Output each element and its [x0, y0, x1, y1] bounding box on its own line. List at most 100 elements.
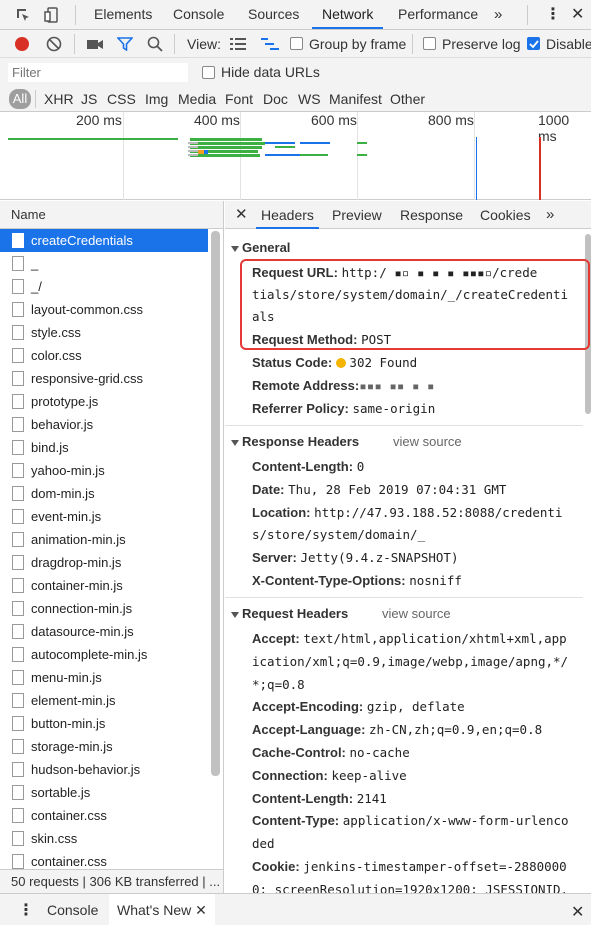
request-row[interactable]: _ [0, 252, 208, 275]
header-key: Date: [252, 481, 285, 497]
response-headers-toggle[interactable]: Response Headers [231, 434, 359, 449]
request-row[interactable]: storage-min.js [0, 735, 208, 758]
close-drawer-icon[interactable]: ✕ [571, 902, 584, 922]
device-toolbar-icon[interactable] [43, 6, 61, 24]
header-row: Cookie: jenkins-timestamper-offset=-2880… [252, 856, 582, 879]
request-row[interactable]: container.css [0, 850, 208, 869]
request-headers-toggle[interactable]: Request Headers [231, 606, 348, 621]
tab-elements[interactable]: Elements [94, 0, 152, 29]
request-row[interactable]: animation-min.js [0, 528, 208, 551]
request-row[interactable]: style.css [0, 321, 208, 344]
waterfall-icon[interactable] [261, 38, 279, 50]
hide-data-urls-checkbox[interactable] [202, 66, 215, 79]
request-name: element-min.js [31, 693, 116, 708]
type-img[interactable]: Img [145, 91, 168, 107]
type-font[interactable]: Font [225, 91, 253, 107]
filter-icon[interactable] [117, 37, 133, 51]
request-row[interactable]: menu-min.js [0, 666, 208, 689]
header-value: *;q=0.8 [252, 676, 305, 692]
more-tabs-icon[interactable]: » [494, 0, 502, 29]
tab-headers[interactable]: Headers [256, 201, 319, 229]
request-row[interactable]: _/ [0, 275, 208, 298]
type-ws[interactable]: WS [298, 91, 321, 107]
type-manifest[interactable]: Manifest [329, 91, 382, 107]
request-row[interactable]: button-min.js [0, 712, 208, 735]
tab-console[interactable]: Console [173, 0, 224, 29]
request-row[interactable]: container.css [0, 804, 208, 827]
drawer-menu-icon[interactable]: ⋮ [18, 900, 34, 920]
file-icon [12, 440, 24, 455]
request-name: responsive-grid.css [31, 371, 143, 386]
header-row: Date: Thu, 28 Feb 2019 07:04:31 GMT [252, 479, 582, 502]
header-row: Content-Length: 0 [252, 456, 582, 479]
request-row[interactable]: color.css [0, 344, 208, 367]
tab-preview[interactable]: Preview [332, 201, 382, 229]
request-row[interactable]: createCredentials [0, 229, 208, 252]
general-section-toggle[interactable]: General [231, 240, 290, 255]
request-row[interactable]: bind.js [0, 436, 208, 459]
response-view-source-link[interactable]: view source [393, 434, 462, 449]
request-row[interactable]: connection-min.js [0, 597, 208, 620]
name-column-header[interactable]: Name [0, 201, 223, 229]
record-icon[interactable] [14, 36, 30, 52]
type-js[interactable]: JS [81, 91, 97, 107]
request-row[interactable]: yahoo-min.js [0, 459, 208, 482]
request-row[interactable]: prototype.js [0, 390, 208, 413]
tab-cookies[interactable]: Cookies [480, 201, 531, 229]
header-key: Location: [252, 504, 311, 520]
type-xhr[interactable]: XHR [44, 91, 74, 107]
request-row[interactable]: dragdrop-min.js [0, 551, 208, 574]
type-css[interactable]: CSS [107, 91, 136, 107]
more-tabs-icon[interactable]: » [546, 201, 554, 229]
kebab-menu-icon[interactable]: ⋮ [545, 0, 561, 29]
header-value: 0; screenResolution=1920x1200; JSESSIONI… [252, 881, 569, 893]
file-icon [12, 509, 24, 524]
request-name: button-min.js [31, 716, 106, 731]
type-doc[interactable]: Doc [263, 91, 288, 107]
request-row[interactable]: responsive-grid.css [0, 367, 208, 390]
inspect-element-icon[interactable] [14, 6, 32, 24]
drawer-tab-whats-new[interactable]: What's New ✕ [109, 894, 215, 925]
header-key: Cookie: [252, 859, 300, 874]
type-all[interactable]: All [9, 89, 31, 109]
type-other[interactable]: Other [390, 91, 425, 107]
file-icon [12, 486, 24, 501]
clear-icon[interactable] [46, 36, 62, 52]
request-row[interactable]: datasource-min.js [0, 620, 208, 643]
close-icon[interactable]: ✕ [571, 0, 584, 29]
request-row[interactable]: sortable.js [0, 781, 208, 804]
request-row[interactable]: container-min.js [0, 574, 208, 597]
close-details-icon[interactable]: ✕ [235, 201, 248, 229]
preserve-log-checkbox[interactable] [423, 37, 436, 50]
large-rows-icon[interactable] [230, 38, 246, 50]
file-icon [12, 371, 24, 386]
drawer-tab-console[interactable]: Console [47, 902, 98, 918]
disable-cache-checkbox[interactable] [527, 37, 540, 50]
request-row[interactable]: skin.css [0, 827, 208, 850]
tab-network[interactable]: Network [312, 0, 384, 29]
request-row[interactable]: behavior.js [0, 413, 208, 436]
request-row[interactable]: autocomplete-min.js [0, 643, 208, 666]
request-row[interactable]: dom-min.js [0, 482, 208, 505]
network-overview[interactable]: 200 ms 400 ms 600 ms 800 ms 1000 ms [0, 112, 591, 200]
screenshot-camera-icon[interactable] [87, 37, 103, 51]
tab-response[interactable]: Response [400, 201, 463, 229]
type-media[interactable]: Media [178, 91, 216, 107]
request-row[interactable]: layout-common.css [0, 298, 208, 321]
request-row[interactable]: hudson-behavior.js [0, 758, 208, 781]
close-icon[interactable]: ✕ [195, 902, 207, 918]
search-icon[interactable] [147, 36, 163, 52]
tab-performance[interactable]: Performance [398, 0, 478, 29]
divider [35, 90, 36, 108]
header-key: Accept-Language: [252, 722, 366, 738]
referrer-policy-value: same-origin [352, 401, 436, 416]
request-view-source-link[interactable]: view source [382, 606, 451, 621]
filter-input[interactable] [8, 63, 188, 82]
request-row[interactable]: event-min.js [0, 505, 208, 528]
network-toolbar: View: Group by frame Preserve log Disabl… [0, 30, 591, 58]
request-list-scrollbar[interactable] [211, 231, 220, 776]
request-row[interactable]: element-min.js [0, 689, 208, 712]
tab-sources[interactable]: Sources [248, 0, 299, 29]
header-key: Server: [252, 550, 297, 566]
group-by-frame-checkbox[interactable] [290, 37, 303, 50]
